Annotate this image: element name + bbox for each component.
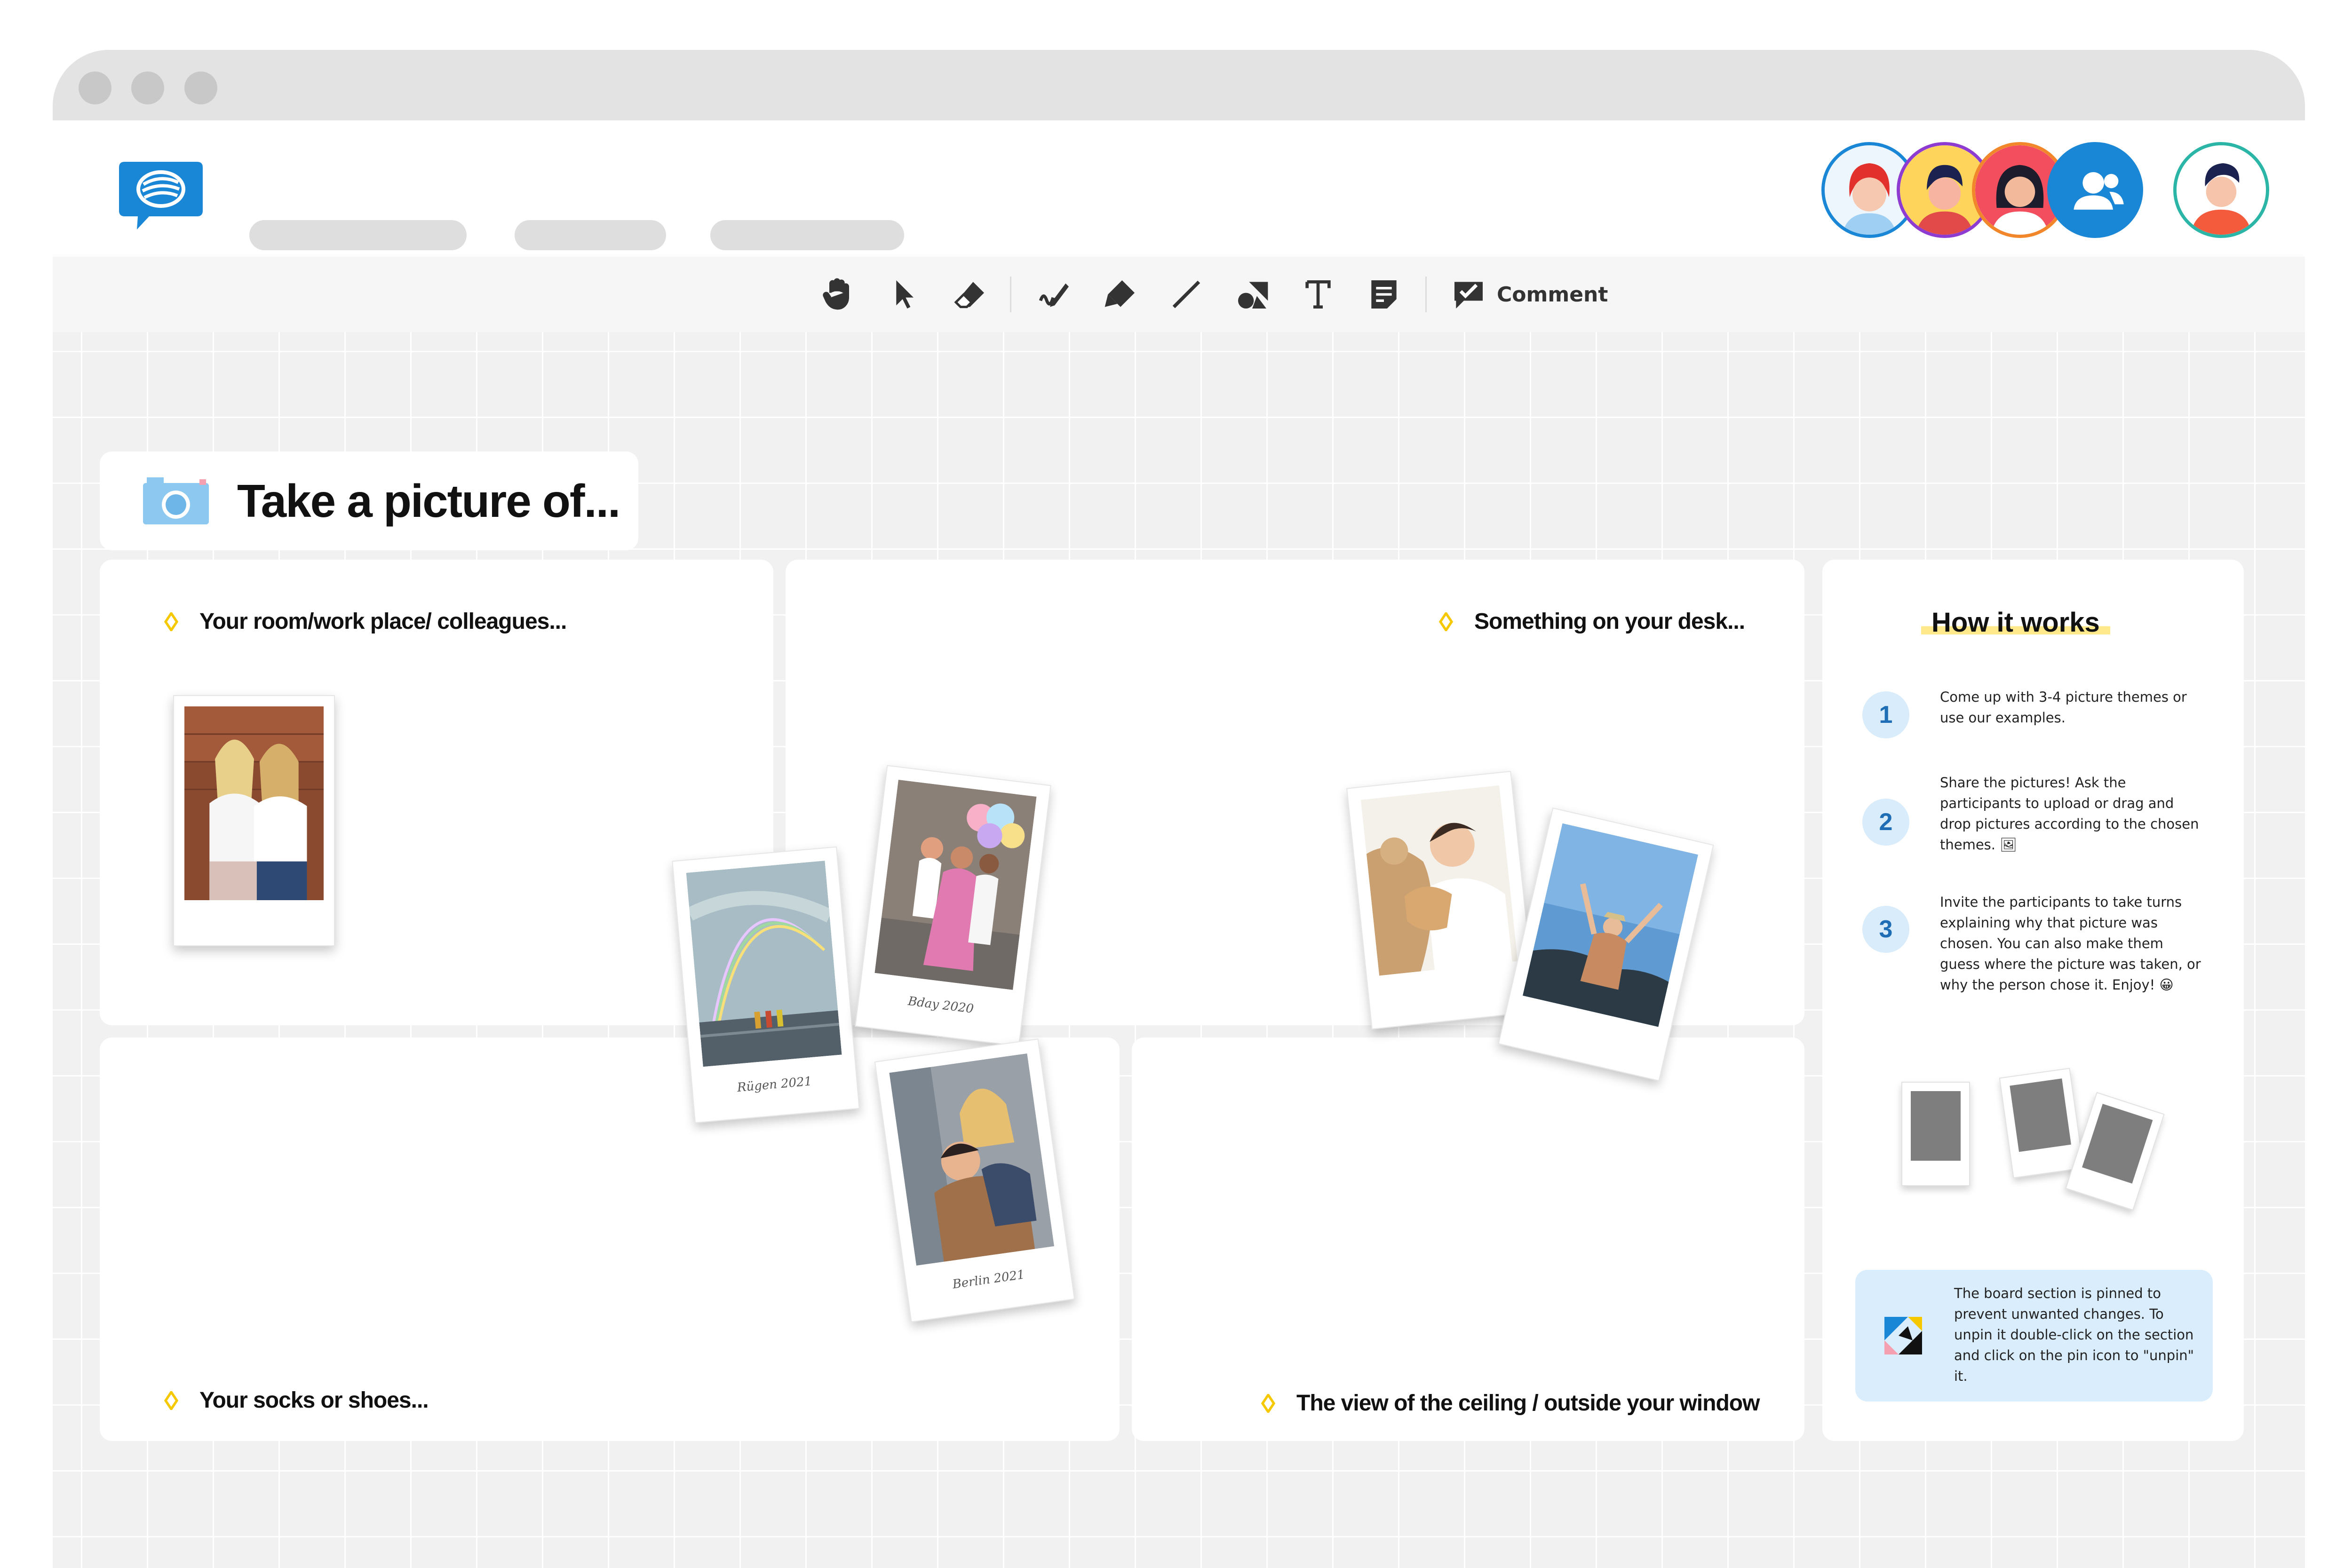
section-label-text: The view of the ceiling / outside your w… <box>1296 1391 1760 1416</box>
section-label-text: Something on your desk... <box>1474 609 1745 634</box>
eraser-icon[interactable] <box>951 276 989 313</box>
photo-caption: Berlin 2021 <box>951 1267 1026 1292</box>
board-title-card[interactable]: Take a picture of... <box>100 451 638 550</box>
toolbar-separator <box>1425 277 1427 312</box>
photo-image <box>686 861 842 1067</box>
app-logo[interactable] <box>116 158 206 233</box>
comment-button[interactable]: Comment <box>1450 276 1608 313</box>
section-view-label: The view of the ceiling / outside your w… <box>1259 1390 1760 1416</box>
camera-icon <box>143 477 209 524</box>
photo-image <box>1360 785 1518 976</box>
hand-tool-icon[interactable] <box>819 276 857 313</box>
current-user-avatar[interactable] <box>2173 142 2269 238</box>
pinned-section-note: The board section is pinned to prevent u… <box>1855 1270 2213 1402</box>
pin-info-icon <box>1884 1317 1922 1354</box>
photo-card-dog[interactable] <box>1346 771 1537 1029</box>
select-cursor-icon[interactable] <box>885 276 923 313</box>
app-header <box>53 120 2305 257</box>
example-polaroid-placeholder <box>1901 1082 1970 1186</box>
board-title: Take a picture of... <box>237 475 620 527</box>
nav-placeholder-1[interactable] <box>249 220 467 250</box>
participants-count-icon[interactable] <box>2047 142 2143 238</box>
sticky-note-icon[interactable] <box>1365 276 1403 313</box>
pen-icon[interactable] <box>1036 276 1073 313</box>
board-toolbar: Comment <box>53 257 2305 332</box>
window-maximize-dot[interactable] <box>184 71 217 104</box>
section-label-text: Your room/work place/ colleagues... <box>199 609 567 634</box>
section-socks-label: Your socks or shoes... <box>162 1387 429 1413</box>
step-1-text: Come up with 3-4 picture themes or use o… <box>1940 689 2187 726</box>
diamond-icon <box>1438 612 1454 631</box>
photo-caption: Rügen 2021 <box>736 1074 813 1095</box>
window-titlebar <box>53 50 2305 120</box>
photo-image <box>1522 823 1698 1027</box>
text-tool-icon[interactable] <box>1299 276 1337 313</box>
example-polaroid-placeholder <box>2065 1092 2165 1211</box>
photo-image <box>889 1053 1055 1266</box>
diamond-icon <box>1261 1394 1276 1413</box>
comment-icon <box>1454 282 1483 309</box>
diamond-icon <box>164 1391 179 1410</box>
photo-caption: Bday 2020 <box>907 994 975 1016</box>
step-3-number: 3 <box>1862 906 1909 953</box>
section-label-text: Your socks or shoes... <box>199 1388 429 1413</box>
window-close-dot[interactable] <box>79 71 111 104</box>
photo-card-birthday[interactable]: Bday 2020 <box>855 765 1051 1047</box>
step-2-number: 2 <box>1862 799 1909 846</box>
window-minimize-dot[interactable] <box>131 71 164 104</box>
step-3-text: Invite the participants to take turns ex… <box>1940 894 2201 993</box>
app-window: Comment Take a picture of... How it work… <box>53 50 2305 1568</box>
line-icon[interactable] <box>1168 276 1205 313</box>
nav-placeholder-2[interactable] <box>515 220 666 250</box>
whiteboard-canvas[interactable]: Take a picture of... How it works 1 Come… <box>53 332 2305 1568</box>
comment-label: Comment <box>1497 282 1608 307</box>
nav-placeholder-3[interactable] <box>710 220 904 250</box>
shapes-icon[interactable] <box>1233 276 1271 313</box>
section-desk-label: Something on your desk... <box>1437 609 1745 634</box>
example-polaroid-placeholder <box>1999 1068 2084 1179</box>
section-view[interactable] <box>1132 1037 1804 1441</box>
highlighter-icon[interactable] <box>1102 276 1139 313</box>
photo-card-friends[interactable] <box>173 695 335 946</box>
step-2-text: Share the pictures! Ask the participants… <box>1940 775 2199 853</box>
pinned-note-text: The board section is pinned to prevent u… <box>1954 1285 2194 1384</box>
how-it-works-title: How it works <box>1921 607 2110 638</box>
photo-image <box>874 779 1037 990</box>
photo-image <box>184 706 324 900</box>
diamond-icon <box>164 612 179 631</box>
how-it-works-panel[interactable]: How it works 1 Come up with 3-4 picture … <box>1822 560 2244 1441</box>
toolbar-separator <box>1010 277 1011 312</box>
section-room-label: Your room/work place/ colleagues... <box>162 609 567 634</box>
step-1-number: 1 <box>1862 691 1909 738</box>
photo-card-rainbow[interactable]: Rügen 2021 <box>672 846 860 1124</box>
